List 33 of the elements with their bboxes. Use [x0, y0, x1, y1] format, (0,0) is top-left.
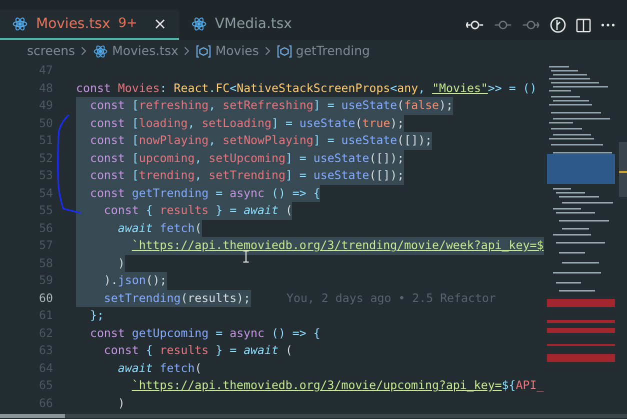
scrollbar-thumb[interactable] — [619, 142, 627, 197]
tab-label: VMedia.tsx — [214, 14, 292, 34]
code-line: }; — [88, 307, 104, 324]
text-cursor-icon — [242, 250, 250, 263]
editor-tab[interactable]: VMedia.tsx — [178, 10, 304, 40]
symbol-icon — [196, 44, 212, 58]
code-line: `https://api.themoviedb.org/3/movie/upcoming?api_key=${API_ — [130, 377, 544, 394]
breadcrumb-item[interactable]: getTrending — [296, 42, 370, 60]
split-editor-icon[interactable] — [576, 18, 591, 32]
chevron-right-icon — [184, 46, 190, 56]
git-commit-icon[interactable] — [466, 19, 484, 31]
line-number: 60 — [38, 290, 53, 306]
breadcrumb-item[interactable]: Movies — [215, 42, 259, 60]
chevron-right-icon — [264, 46, 271, 56]
code-line: const Movies: React.FC<NativeStackScreenProps<any, "Movies">> = () — [76, 80, 537, 96]
horizontal-scrollbar[interactable] — [0, 414, 65, 418]
chevron-right-icon — [81, 46, 88, 56]
more-icon[interactable] — [601, 23, 615, 27]
code-line: const { results } = await ( — [102, 342, 292, 359]
close-button[interactable]: × — [153, 12, 167, 36]
breadcrumb-item[interactable]: screens — [27, 42, 76, 60]
error-count: 9+ — [118, 15, 138, 34]
code-line: ) — [116, 394, 125, 412]
breadcrumb-item[interactable]: Movies.tsx — [112, 42, 178, 60]
code-line: await fetch( — [116, 360, 202, 376]
tab-label: Movies.tsx — [36, 14, 110, 34]
code-line: const getUpcoming = async () => { — [88, 324, 320, 342]
git-blame-annotation: You, 2 days ago • 2.5 Refactor — [286, 290, 496, 306]
react-icon — [93, 44, 108, 58]
symbol-icon — [276, 44, 292, 58]
editor-tab[interactable]: Movies.tsx 9+ × — [0, 10, 179, 40]
react-icon — [190, 16, 207, 32]
react-icon — [12, 16, 28, 32]
